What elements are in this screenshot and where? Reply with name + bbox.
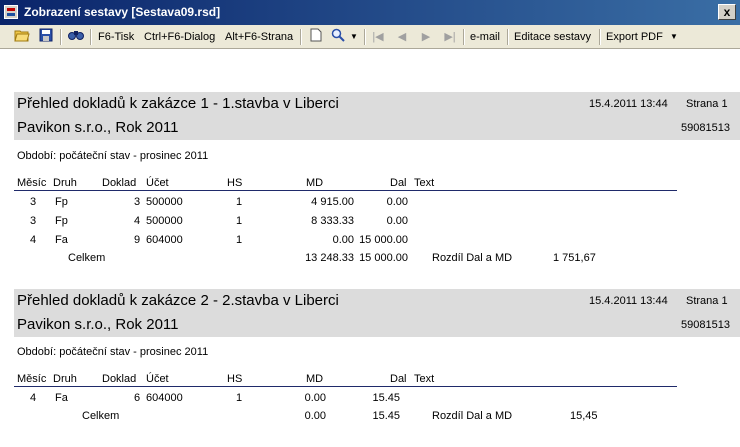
next-page-icon[interactable]: ▶ xyxy=(416,28,436,46)
cell-type: Fa xyxy=(55,392,68,404)
report-title: Přehled dokladů k zakázce 1 - 1.stavba v… xyxy=(17,95,339,112)
report-date: 15.4.2011 13:44 xyxy=(589,295,668,307)
report-code: 59081513 xyxy=(681,122,730,134)
export-dropdown-arrow-icon[interactable]: ▼ xyxy=(670,28,678,46)
col-hs: HS xyxy=(227,177,243,189)
prev-page-icon[interactable]: ◀ xyxy=(392,28,412,46)
company-year: Pavikon s.r.o., Rok 2011 xyxy=(17,119,179,136)
col-dal: Dal xyxy=(390,177,407,189)
cell-dal: 0.00 xyxy=(386,196,408,208)
col-type: Druh xyxy=(53,373,77,385)
report-date: 15.4.2011 13:44 xyxy=(589,98,668,110)
cell-hs: 1 xyxy=(236,234,243,246)
report-code: 59081513 xyxy=(681,319,730,331)
difference-label: Rozdíl Dal a MD xyxy=(432,410,513,422)
close-button[interactable]: x xyxy=(718,4,736,20)
cell-dal: 15 000.00 xyxy=(359,234,408,246)
page-icon[interactable] xyxy=(306,28,326,46)
toolbar-separator xyxy=(507,29,509,45)
toolbar-separator xyxy=(599,29,601,45)
report-header-1: Přehled dokladů k zakázce 1 - 1.stavba v… xyxy=(14,92,740,140)
toolbar-separator xyxy=(364,29,366,45)
period-label: Období: počáteční stav - prosinec 2011 xyxy=(17,150,209,162)
cell-account: 500000 xyxy=(146,215,183,227)
toolbar-separator xyxy=(300,29,302,45)
cell-month: 4 xyxy=(30,234,37,246)
last-page-icon[interactable]: ▶| xyxy=(440,28,460,46)
toolbar-separator xyxy=(90,29,92,45)
cell-type: Fa xyxy=(55,234,68,246)
cell-dal: 0.00 xyxy=(386,215,408,227)
page-setup-button[interactable]: Alt+F6-Strana xyxy=(225,28,293,46)
period-label: Období: počáteční stav - prosinec 2011 xyxy=(17,346,209,358)
difference-label: Rozdíl Dal a MD xyxy=(432,252,513,264)
app-icon xyxy=(4,5,18,19)
toolbar-separator xyxy=(463,29,465,45)
cell-doc: 6 xyxy=(134,392,141,404)
window-title: Zobrazení sestavy [Sestava09.rsd] xyxy=(24,5,221,19)
col-month: Měsíc xyxy=(17,373,47,385)
col-text: Text xyxy=(414,373,435,385)
col-account: Účet xyxy=(146,177,169,189)
page-number: Strana 1 xyxy=(686,295,728,307)
col-text: Text xyxy=(414,177,435,189)
cell-type: Fp xyxy=(55,196,68,208)
col-doc: Doklad xyxy=(102,177,137,189)
col-md: MD xyxy=(306,373,324,385)
report-preview: Přehled dokladů k zakázce 1 - 1.stavba v… xyxy=(0,49,740,447)
cell-account: 604000 xyxy=(146,392,183,404)
toolbar: F6-Tisk Ctrl+F6-Dialog Alt+F6-Strana ▼ |… xyxy=(0,25,740,49)
cell-month: 3 xyxy=(30,196,37,208)
export-pdf-button[interactable]: Export PDF xyxy=(606,28,663,46)
difference-value: 15,45 xyxy=(570,410,598,422)
total-dal: 15.45 xyxy=(372,410,400,422)
col-md: MD xyxy=(306,177,324,189)
save-icon[interactable] xyxy=(36,28,56,46)
difference-value: 1 751,67 xyxy=(553,252,596,264)
page-number: Strana 1 xyxy=(686,98,728,110)
toolbar-separator xyxy=(60,29,62,45)
col-hs: HS xyxy=(227,373,243,385)
cell-doc: 3 xyxy=(134,196,141,208)
zoom-icon[interactable] xyxy=(328,28,348,46)
col-type: Druh xyxy=(53,177,77,189)
header-rule xyxy=(14,386,677,387)
cell-type: Fp xyxy=(55,215,68,227)
open-folder-icon[interactable] xyxy=(12,28,32,46)
report-header-2: Přehled dokladů k zakázce 2 - 2.stavba v… xyxy=(14,289,740,337)
email-button[interactable]: e-mail xyxy=(470,28,500,46)
cell-month: 3 xyxy=(30,215,37,227)
cell-dal: 15.45 xyxy=(372,392,400,404)
company-year: Pavikon s.r.o., Rok 2011 xyxy=(17,316,179,333)
cell-month: 4 xyxy=(30,392,37,404)
window-title-bar[interactable]: Zobrazení sestavy [Sestava09.rsd] x xyxy=(0,0,740,25)
first-page-icon[interactable]: |◀ xyxy=(368,28,388,46)
cell-doc: 4 xyxy=(134,215,141,227)
cell-account: 604000 xyxy=(146,234,183,246)
col-account: Účet xyxy=(146,373,169,385)
zoom-dropdown-arrow-icon[interactable]: ▼ xyxy=(350,28,358,46)
find-icon[interactable] xyxy=(66,28,86,46)
edit-report-button[interactable]: Editace sestavy xyxy=(514,28,591,46)
cell-hs: 1 xyxy=(236,215,243,227)
print-dialog-button[interactable]: Ctrl+F6-Dialog xyxy=(144,28,215,46)
cell-hs: 1 xyxy=(236,196,243,208)
total-label: Celkem xyxy=(68,252,106,264)
col-doc: Doklad xyxy=(102,373,137,385)
cell-doc: 9 xyxy=(134,234,141,246)
header-rule xyxy=(14,190,677,191)
report-title: Přehled dokladů k zakázce 2 - 2.stavba v… xyxy=(17,292,339,309)
col-month: Měsíc xyxy=(17,177,47,189)
total-dal: 15 000.00 xyxy=(359,252,408,264)
total-label: Celkem xyxy=(82,410,120,422)
cell-account: 500000 xyxy=(146,196,183,208)
col-dal: Dal xyxy=(390,373,407,385)
print-button[interactable]: F6-Tisk xyxy=(98,28,134,46)
